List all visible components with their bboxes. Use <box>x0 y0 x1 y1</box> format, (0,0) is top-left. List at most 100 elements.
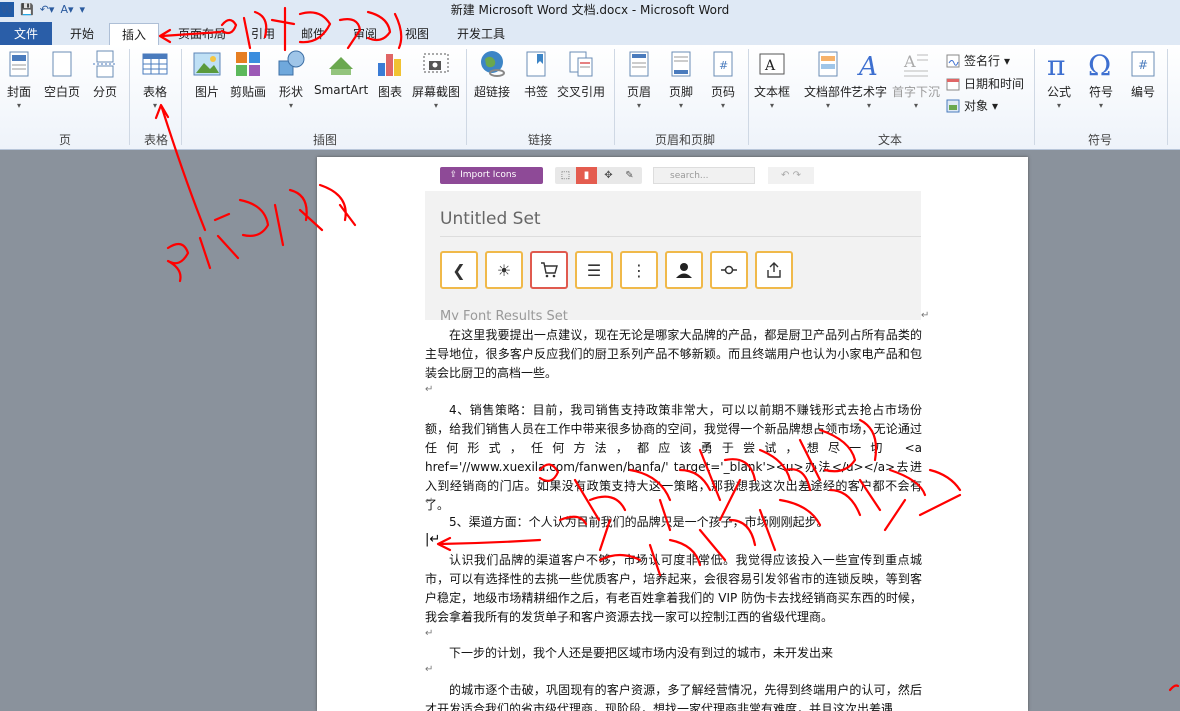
page-number-icon: # <box>713 51 733 77</box>
group-separator <box>1034 49 1035 145</box>
globe-link-icon <box>481 51 505 77</box>
dropdown-caret-icon: ▾ <box>770 101 775 110</box>
bar-chart-icon <box>378 54 401 76</box>
group-label-tables: 表格 <box>143 133 168 147</box>
hyperlink-button[interactable]: 超链接 <box>474 49 510 100</box>
tab-home[interactable]: 开始 <box>62 23 102 45</box>
chart-button[interactable]: 图表 <box>375 49 405 100</box>
group-label-pages: 页 <box>58 133 71 147</box>
paragraph-6[interactable]: 的城市逐个击破，巩固现有的客户资源，多了解经营情况，先得到终端用户的认可，然后才… <box>425 681 922 711</box>
page-break-button[interactable]: 分页 <box>90 49 120 100</box>
tab-mailings[interactable]: 邮件 <box>296 23 330 45</box>
blank-page-icon <box>52 51 72 77</box>
undo-redo-icons: ↶ ↷ <box>768 167 814 184</box>
cover-page-button[interactable]: 封面 ▾ <box>4 49 34 111</box>
svg-text:A: A <box>857 52 878 79</box>
paragraph-mark: ↵ <box>425 628 434 639</box>
tab-review[interactable]: 审阅 <box>348 23 382 45</box>
header-button[interactable]: 页眉 ▾ <box>624 49 654 111</box>
tab-page-layout[interactable]: 页面布局 <box>172 23 232 45</box>
dropdown-caret-icon: ▾ <box>678 101 683 110</box>
group-separator <box>1167 49 1168 145</box>
quick-parts-icon <box>818 51 838 77</box>
picture-icon <box>193 52 221 76</box>
select-icon: ⬚ <box>560 170 571 181</box>
wordart-button[interactable]: A 艺术字 ▾ <box>851 49 887 111</box>
import-icons-button: ⇪ Import Icons <box>440 167 526 184</box>
tab-developer[interactable]: 开发工具 <box>452 23 510 45</box>
bookmark-button[interactable]: 书签 <box>521 49 551 100</box>
dropdown-caret-icon: ▾ <box>434 101 439 110</box>
dropdown-caret-icon: ▾ <box>1004 53 1011 68</box>
shapes-icon <box>278 50 305 76</box>
svg-text:π: π <box>1047 49 1065 79</box>
drop-cap-icon: A <box>903 52 928 77</box>
tab-view[interactable]: 视图 <box>400 23 434 45</box>
menu-icon: ☰ <box>575 251 613 289</box>
table-icon <box>142 53 168 75</box>
page-number-button[interactable]: # 页码 ▾ <box>708 49 738 111</box>
paragraph-3[interactable]: 5、渠道方面：个人认为目前我们的品牌只是一个孩子，市场刚刚起步。 <box>425 513 922 532</box>
header-icon <box>629 51 649 77</box>
quick-parts-button[interactable]: 文档部件 ▾ <box>804 49 852 111</box>
pi-icon: π <box>1047 49 1065 79</box>
clipart-icon <box>236 52 260 76</box>
paragraph-2[interactable]: 4、销售策略：目前，我司销售支持政策非常大，可以以前期不赚钱形式去抢占市场份额，… <box>425 401 922 515</box>
svg-text:#: # <box>1138 58 1148 72</box>
object-button[interactable]: 对象 ▾ <box>946 97 998 114</box>
dropdown-caret-icon: ▾ <box>720 101 725 110</box>
paragraph-mark: ↵ <box>425 496 434 507</box>
tab-insert[interactable]: 插入 <box>109 23 159 47</box>
smartart-button[interactable]: SmartArt <box>314 49 368 97</box>
paragraph-4[interactable]: 认识我们品牌的渠道客户不够，市场认可度非常低。我觉得应该投入一些宣传到重点城市，… <box>425 551 922 627</box>
paragraph-5[interactable]: 下一步的计划，我个人还是要把区域市场内没有到过的城市，未开发出来 <box>425 644 922 663</box>
share-icon <box>755 251 793 289</box>
cross-reference-button[interactable]: 交叉引用 <box>557 49 605 100</box>
group-label-text: 文本 <box>877 133 902 147</box>
group-separator <box>748 49 749 145</box>
set-title: Untitled Set <box>440 209 541 229</box>
next-set-title: My Font Results Set <box>440 309 568 320</box>
more-vertical-icon: ⋮ <box>620 251 658 289</box>
symbol-button[interactable]: Ω 符号 ▾ <box>1086 49 1116 111</box>
paragraph-mark: ↵ <box>425 664 434 675</box>
picture-button[interactable]: 图片 <box>192 49 222 100</box>
table-button[interactable]: 表格 ▾ <box>140 49 170 111</box>
textbox-button[interactable]: A 文本框 ▾ <box>754 49 790 111</box>
shapes-button[interactable]: 形状 ▾ <box>276 49 306 111</box>
footer-icon <box>671 51 691 77</box>
edit-tools: ⬚ ▮ ✥ ✎ <box>555 167 642 184</box>
move-icon: ✥ <box>604 170 613 181</box>
numbering-button[interactable]: # 编号 <box>1128 49 1158 100</box>
embedded-screenshot[interactable]: ⇪ Import Icons ⬚ ▮ ✥ ✎ search... ↶ ↷ Unt… <box>425 161 921 320</box>
clipart-button[interactable]: 剪贴画 <box>230 49 266 100</box>
number-icon: # <box>1131 51 1155 77</box>
library-icon <box>521 167 543 184</box>
paragraph-mark: ↵ <box>425 384 434 395</box>
user-icon <box>665 251 703 289</box>
footer-button[interactable]: 页脚 ▾ <box>666 49 696 111</box>
blank-page-button[interactable]: 空白页 <box>44 49 80 100</box>
search-field: search... <box>653 167 755 184</box>
date-time-button[interactable]: 日期和时间 <box>946 75 1024 92</box>
dropdown-caret-icon: ▾ <box>16 101 21 110</box>
group-label-illustrations: 插图 <box>312 133 337 147</box>
screenshot-icon <box>423 53 449 73</box>
signature-line-button[interactable]: 签名行 ▾ <box>946 52 1010 69</box>
svg-text:Ω: Ω <box>1088 49 1111 79</box>
tab-references[interactable]: 引用 <box>246 23 280 45</box>
title-bar: W 💾 ↶▾ A▾ ▾ 新建 Microsoft Word 文档.docx - … <box>0 0 1180 20</box>
screenshot-button[interactable]: 屏幕截图 ▾ <box>412 49 460 111</box>
drop-cap-button[interactable]: A 首字下沉 ▾ <box>892 49 940 111</box>
paragraph-mark: ↵ <box>921 310 930 321</box>
signature-icon <box>946 54 960 67</box>
dropdown-caret-icon: ▾ <box>826 101 831 110</box>
object-icon <box>946 99 960 112</box>
svg-text:A: A <box>764 58 776 74</box>
wordart-icon: A <box>857 52 878 79</box>
window-title: 新建 Microsoft Word 文档.docx - Microsoft Wo… <box>450 3 730 17</box>
paragraph-1[interactable]: 在这里我要提出一点建议，现在无论是哪家大品牌的产品，都是厨卫产品列占所有品类的主… <box>425 326 922 383</box>
equation-button[interactable]: π 公式 ▾ <box>1044 49 1074 111</box>
svg-text:A: A <box>903 52 916 71</box>
tab-file[interactable]: 文件 <box>0 22 52 46</box>
